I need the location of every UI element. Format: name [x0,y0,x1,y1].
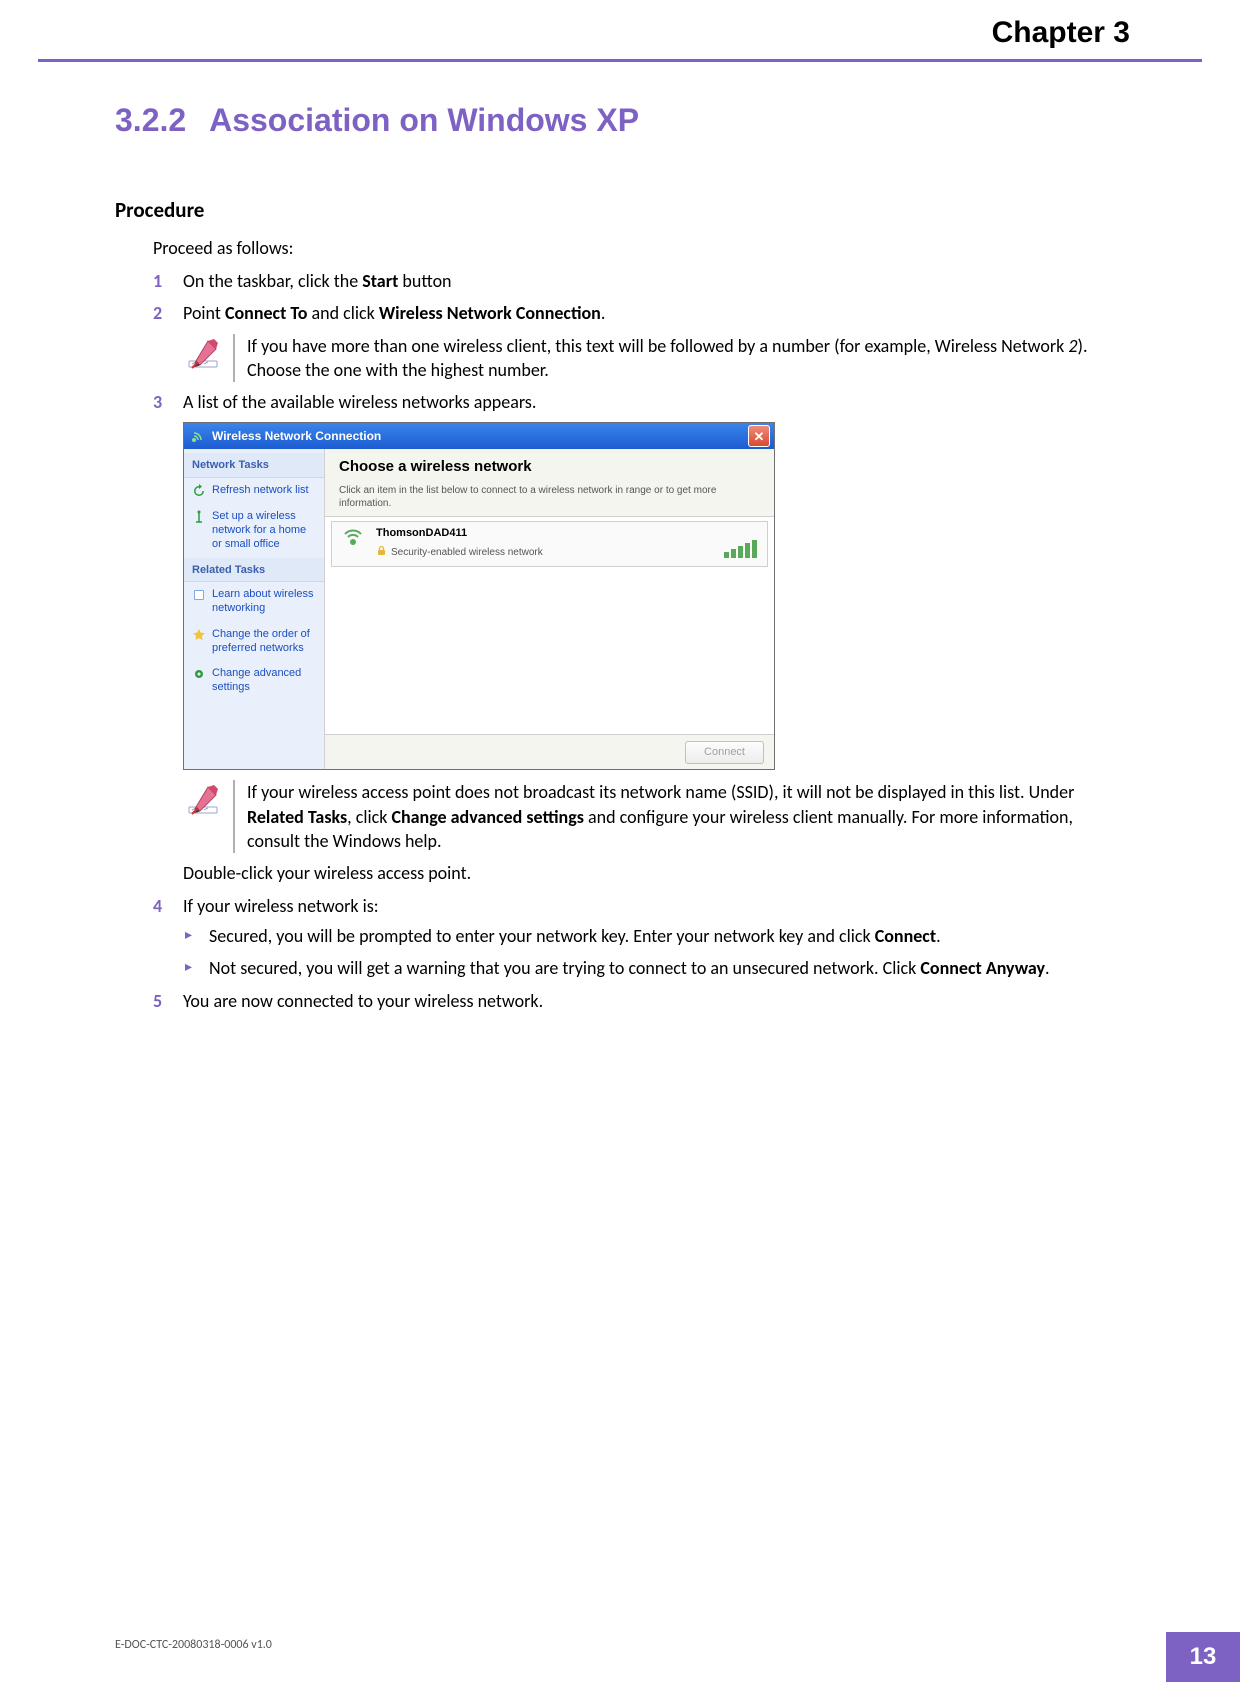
step-number: 3 [153,390,162,414]
network-name: ThomsonDAD411 [376,526,713,541]
task-learn-wireless[interactable]: Learn about wireless networking [184,582,324,622]
note-icon [183,334,223,374]
lock-icon [376,545,387,561]
page-header: Chapter 3 [0,0,1240,62]
dialog-body: Network Tasks Refresh network list Set u… [184,449,774,769]
choose-network-sub: Click an item in the list below to conne… [339,484,764,510]
step-text: If your wireless network is: [183,895,379,917]
book-icon [192,588,206,602]
network-item[interactable]: ThomsonDAD411 Security-enabled wireless … [331,521,768,567]
page-content: 3.2.2 Association on Windows XP Procedur… [0,62,1240,1013]
page-footer: E-DOC-CTC-20080318-0006 v1.0 13 [0,1632,1240,1682]
sidebar-group-related-tasks: Related Tasks [184,558,324,583]
section-title: Association on Windows XP [209,102,639,139]
task-setup-wireless-network[interactable]: Set up a wireless network for a home or … [184,504,324,557]
refresh-icon [192,484,206,498]
step-number: 2 [153,301,162,325]
procedure-heading: Procedure [115,197,1130,223]
bullet-secured: Secured, you will be prompted to enter y… [183,924,1130,948]
step-text: You are now connected to your wireless n… [183,990,543,1012]
wireless-network-dialog: Wireless Network Connection ✕ Network Ta… [183,422,775,770]
step-number: 1 [153,269,162,293]
step-4-bullets: Secured, you will be prompted to enter y… [183,924,1130,981]
doc-id: E-DOC-CTC-20080318-0006 v1.0 [115,1638,272,1652]
wireless-icon [190,428,206,444]
star-icon [192,628,206,642]
task-refresh-network-list[interactable]: Refresh network list [184,478,324,504]
network-security: Security-enabled wireless network [376,545,713,561]
note: If you have more than one wireless clien… [183,334,1130,383]
page-number: 13 [1166,1632,1240,1682]
procedure-steps: 1 On the taskbar, click the Start button… [153,269,1130,1013]
gear-icon [192,667,206,681]
dialog-title: Wireless Network Connection [212,428,748,444]
step-1: 1 On the taskbar, click the Start button [153,269,1130,293]
dialog-main-header: Choose a wireless network Click an item … [325,449,774,516]
network-list: ThomsonDAD411 Security-enabled wireless … [325,517,774,735]
step-2: 2 Point Connect To and click Wireless Ne… [153,301,1130,382]
step-after-text: Double-click your wireless access point. [183,861,1130,885]
step-text: A list of the available wireless network… [183,391,536,413]
step-3: 3 A list of the available wireless netwo… [153,390,1130,885]
step-5: 5 You are now connected to your wireless… [153,989,1130,1013]
connect-button[interactable]: Connect [685,741,764,764]
signal-strength-icon [721,526,761,560]
antenna-icon [192,510,206,524]
dialog-footer: Connect [325,734,774,769]
note-text: If your wireless access point does not b… [247,780,1130,853]
step-4: 4 If your wireless network is: Secured, … [153,894,1130,981]
chapter-title: Chapter 3 [0,0,1130,50]
choose-network-heading: Choose a wireless network [339,457,764,477]
sidebar-group-network-tasks: Network Tasks [184,453,324,478]
dialog-sidebar: Network Tasks Refresh network list Set u… [184,449,325,769]
step-text: Point Connect To and click Wireless Netw… [183,302,605,324]
step-text: On the taskbar, click the Start button [183,270,452,292]
note-text: If you have more than one wireless clien… [247,334,1130,383]
note-separator [233,334,235,383]
step-number: 4 [153,894,162,918]
header-rule [38,59,1202,62]
step-number: 5 [153,989,162,1013]
note: If your wireless access point does not b… [183,780,1130,853]
procedure-intro: Proceed as follows: [153,237,1130,259]
bullet-not-secured: Not secured, you will get a warning that… [183,956,1130,980]
close-button[interactable]: ✕ [748,425,770,447]
note-separator [233,780,235,853]
dialog-titlebar: Wireless Network Connection ✕ [184,423,774,449]
task-change-order[interactable]: Change the order of preferred networks [184,622,324,662]
section-number: 3.2.2 [115,102,205,139]
section-heading: 3.2.2 Association on Windows XP [115,102,1130,139]
note-icon [183,780,223,820]
task-change-advanced-settings[interactable]: Change advanced settings [184,661,324,701]
dialog-main: Choose a wireless network Click an item … [325,449,774,769]
antenna-icon [338,526,368,560]
